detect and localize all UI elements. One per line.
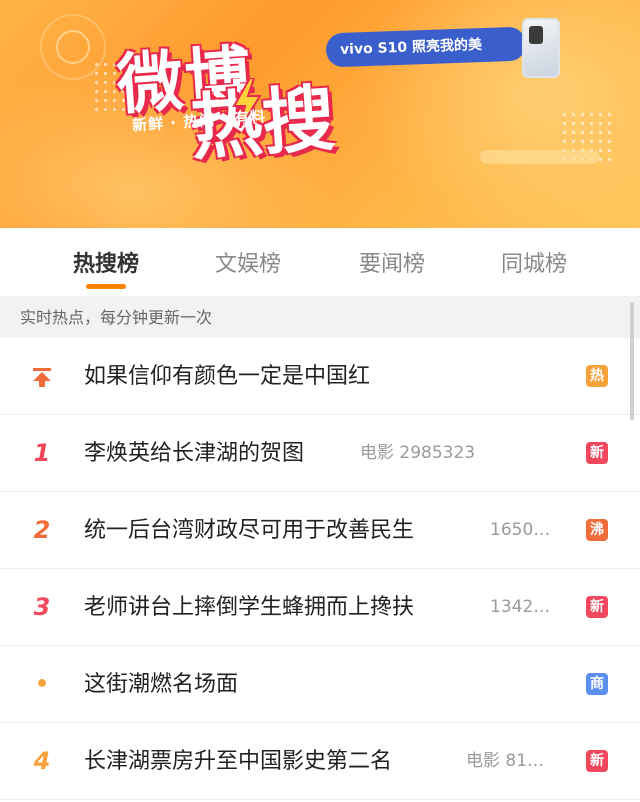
vivo-ad-pill[interactable]: vivo S10 照亮我的美 <box>325 26 527 68</box>
list-item[interactable]: 1 李焕英给长津湖的贺图 电影 2985323 新 <box>0 415 640 492</box>
rank-number: 2 <box>33 516 51 544</box>
hot-topic-title: 这街潮燃名场面 <box>84 672 239 697</box>
promoted-dot-icon: • <box>34 672 50 697</box>
topic-category-count: 电影 2985323 <box>360 443 476 463</box>
hot-search-banner[interactable]: 微博 热搜 新鲜 · 热门 · 有料 vivo S10 照亮我的美 <box>0 0 640 228</box>
new-badge: 新 <box>586 442 608 464</box>
update-notice: 实时热点，每分钟更新一次 <box>0 296 640 338</box>
rank-number: 4 <box>33 747 51 775</box>
rank-number: 3 <box>33 593 51 621</box>
topic-count: 1650… <box>490 520 551 540</box>
new-badge: 新 <box>586 596 608 618</box>
hot-search-list: 如果信仰有颜色一定是中国红 热 1 李焕英给长津湖的贺图 电影 2985323 … <box>0 338 640 800</box>
topic-category-count: 电影 81… <box>466 751 545 771</box>
banner-arrow-decoration <box>480 150 600 164</box>
hot-topic-title: 统一后台湾财政尽可用于改善民生 <box>84 518 415 543</box>
list-item[interactable]: 2 统一后台湾财政尽可用于改善民生 1650… 沸 <box>0 492 640 569</box>
hot-topic-title: 如果信仰有颜色一定是中国红 <box>84 364 371 389</box>
boiling-badge: 沸 <box>586 519 608 541</box>
weibo-hot-search-page: 微博 热搜 新鲜 · 热门 · 有料 vivo S10 照亮我的美 热搜榜 文娱… <box>0 0 640 802</box>
rank-number: 1 <box>33 439 51 467</box>
hot-topic-title: 长津湖票房升至中国影史第二名 <box>84 749 393 774</box>
pinned-top-icon <box>22 338 62 415</box>
hot-topic-title: 李焕英给长津湖的贺图 <box>84 441 305 466</box>
tab-local[interactable]: 同城榜 <box>464 246 604 278</box>
tab-entertainment[interactable]: 文娱榜 <box>178 246 318 278</box>
list-item[interactable]: 如果信仰有颜色一定是中国红 热 <box>0 338 640 415</box>
tab-hot-search[interactable]: 热搜榜 <box>36 246 176 278</box>
list-item[interactable]: 3 老师讲台上摔倒学生蜂拥而上搀扶 1342… 新 <box>0 569 640 646</box>
list-item[interactable]: 4 长津湖票房升至中国影史第二名 电影 81… 新 <box>0 723 640 800</box>
active-tab-indicator <box>86 284 126 289</box>
phone-ad-image <box>522 18 560 78</box>
ranking-tabs: 热搜榜 文娱榜 要闻榜 同城榜 <box>0 228 640 296</box>
phone-camera-icon <box>529 26 543 44</box>
new-badge: 新 <box>586 750 608 772</box>
topic-count: 1342… <box>490 597 551 617</box>
list-item[interactable]: • 这街潮燃名场面 商 <box>0 646 640 723</box>
hot-topic-title: 老师讲台上摔倒学生蜂拥而上搀扶 <box>84 595 415 620</box>
hot-badge: 热 <box>586 365 608 387</box>
tab-news[interactable]: 要闻榜 <box>322 246 462 278</box>
ad-badge: 商 <box>586 673 608 695</box>
scrollbar[interactable] <box>630 302 634 420</box>
